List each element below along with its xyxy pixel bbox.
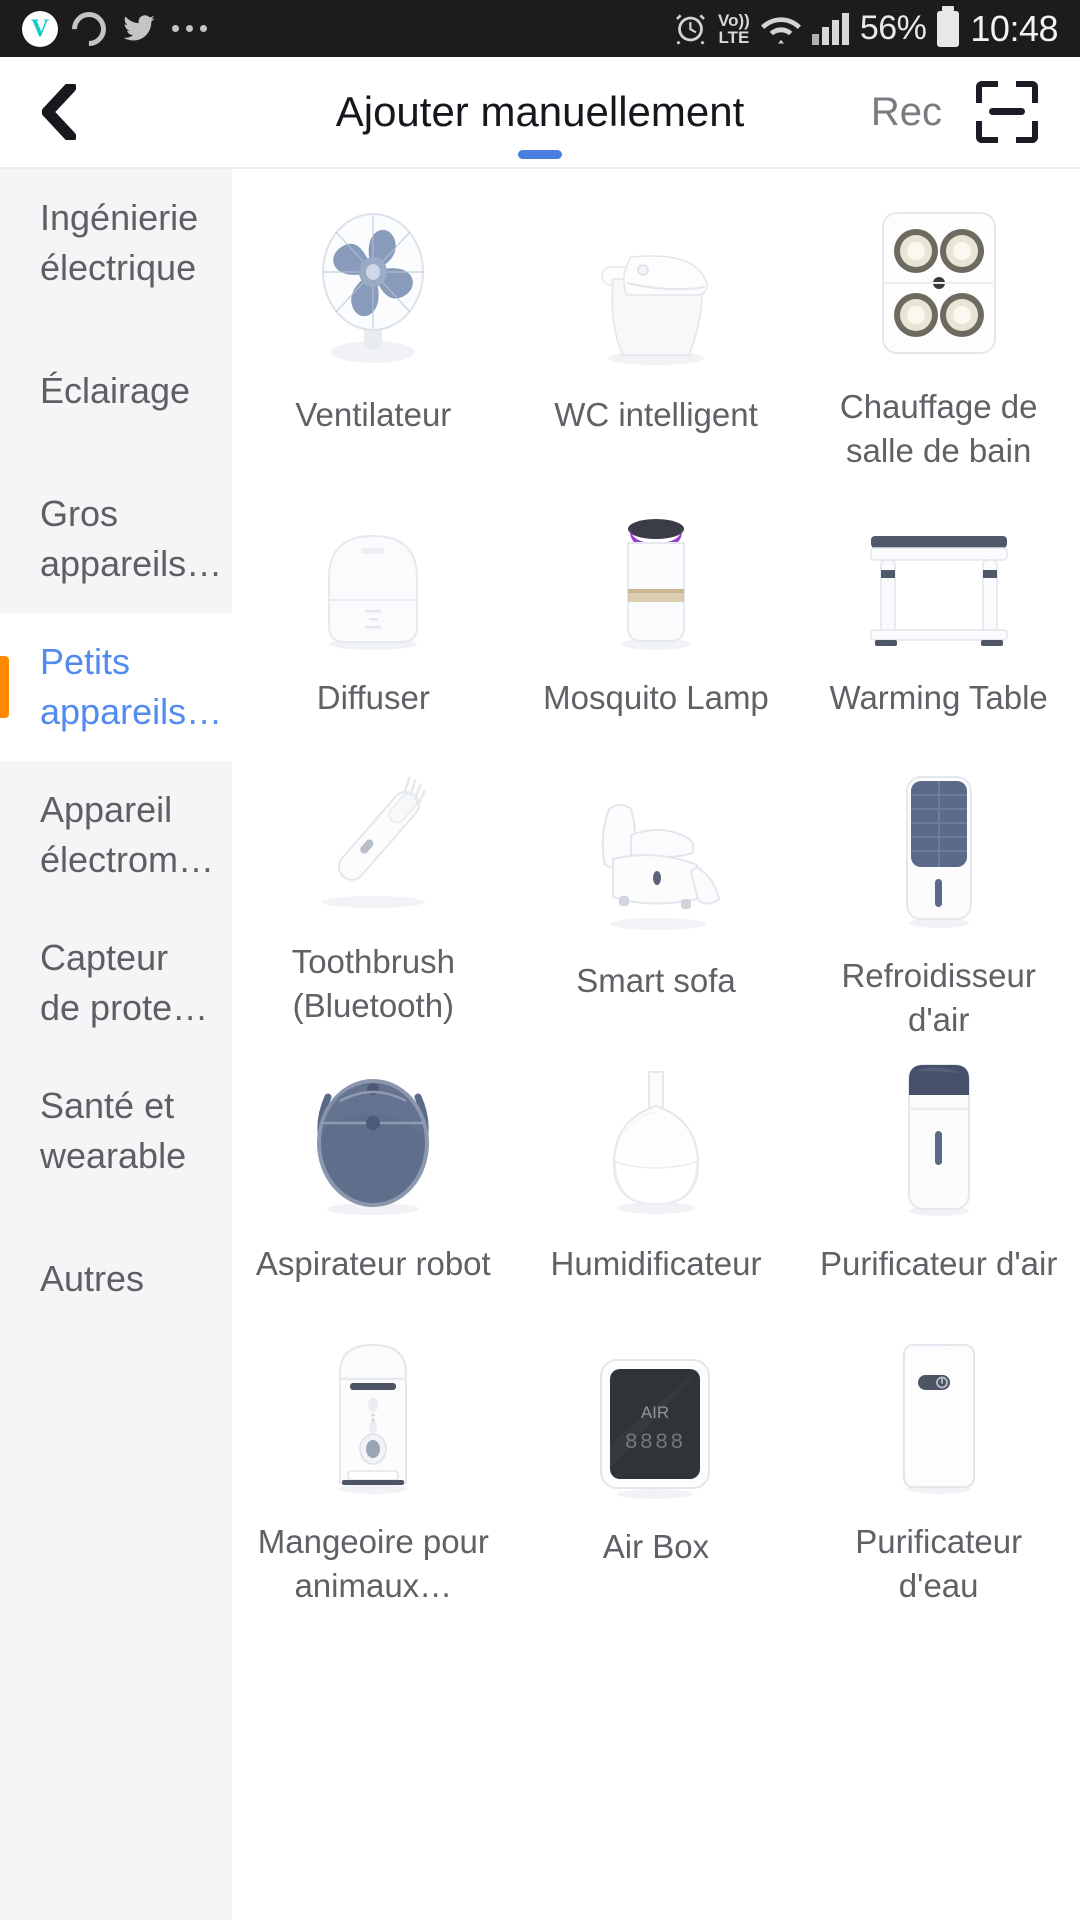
sidebar-item-electrical-engineering[interactable]: Ingénierie électrique [0,169,232,317]
device-label: Ventilateur [295,396,452,433]
phone-screen: V Vo)) LTE 56% 10:48 Ajouter manuellemen… [0,0,1080,1920]
device-tile-air-purifier[interactable]: Purificateur d'air [797,1028,1080,1311]
bath-heater-icon [807,207,1070,359]
diffuser-icon [242,490,505,650]
sidebar-item-protection-sensor[interactable]: Capteur de prote… [0,909,232,1057]
device-tile-robot-vacuum[interactable]: Aspirateur robot [232,1028,515,1311]
device-label: Diffuser [316,679,430,716]
mosquito-lamp-icon [525,490,788,650]
sofa-icon [525,773,788,933]
title-underline-indicator [518,150,562,159]
app-bar: Ajouter manuellement Rec [0,57,1080,167]
sidebar-item-label: Ingénierie électrique [40,197,199,288]
alarm-icon [676,13,705,45]
device-tile-smart-sofa[interactable]: Smart sofa [515,745,798,1028]
sidebar-item-label: Petits appareils… [40,641,223,732]
twitter-icon [123,14,155,40]
sidebar-item-large-appliances[interactable]: Gros appareils… [0,465,232,613]
sidebar-item-lighting[interactable]: Éclairage [0,317,232,465]
air-box-icon: AIR 8888 [525,1339,788,1499]
device-label: Toothbrush (Bluetooth) [291,943,455,1024]
device-grid: Ventilateur WC intelligent Chauffage de … [232,179,1080,1604]
device-label: Aspirateur robot [255,1245,491,1282]
rec-button[interactable]: Rec [871,90,942,135]
sidebar-item-label: Éclairage [40,370,191,411]
sidebar-item-label: Gros appareils… [40,493,223,584]
sidebar-item-label: Santé et wearable [40,1085,187,1176]
sidebar-item-label: Capteur de prote… [40,937,209,1028]
ring-icon [64,4,114,53]
battery-icon [937,6,960,47]
device-label: Air Box [602,1528,710,1565]
device-label: Humidificateur [550,1245,762,1282]
air-box-screen-value: 8888 [625,1430,686,1455]
vivino-logo-icon: V [22,10,58,47]
fan-icon [242,207,505,367]
status-bar-notifications: V [22,4,207,53]
battery-percent: 56% [859,9,927,47]
sidebar-item-small-appliances[interactable]: Petits appareils… [0,613,232,761]
selected-accent-bar [0,656,9,718]
device-tile-mosquito-lamp[interactable]: Mosquito Lamp [515,462,798,745]
volte-line-2: LTE [718,27,750,47]
device-tile-air-box[interactable]: AIR 8888 Air Box [515,1311,798,1594]
device-label: Smart sofa [576,962,736,999]
status-bar: V Vo)) LTE 56% 10:48 [0,0,1080,57]
device-tile-warming-table[interactable]: Warming Table [797,462,1080,745]
humidifier-icon [525,1056,788,1216]
toilet-icon [525,207,788,367]
device-label: Mosquito Lamp [543,679,769,716]
sidebar-item-home-appliance[interactable]: Appareil électrom… [0,761,232,909]
device-tile-toothbrush[interactable]: Toothbrush (Bluetooth) [232,745,515,1028]
device-label: Mangeoire pour animaux… [257,1523,489,1604]
volte-icon: Vo)) LTE [718,12,750,46]
overflow-dots-icon [172,25,207,32]
air-purifier-icon [807,1056,1070,1216]
warming-table-icon [807,490,1070,650]
back-button[interactable] [42,77,102,147]
sidebar-item-others[interactable]: Autres [0,1205,232,1353]
content-area: Ingénierie électrique Éclairage Gros app… [0,169,1080,1920]
air-cooler-icon [807,773,1070,928]
device-label: Chauffage de salle de bain [839,388,1038,469]
volte-line-1: Vo)) [718,10,750,30]
back-chevron-icon [42,84,76,140]
device-tile-diffuser[interactable]: Diffuser [232,462,515,745]
device-tile-fan[interactable]: Ventilateur [232,179,515,462]
cellular-signal-icon [811,12,849,45]
water-purifier-icon [807,1339,1070,1494]
device-tile-bathroom-heater[interactable]: Chauffage de salle de bain [797,179,1080,469]
sidebar-item-health-wearable[interactable]: Santé et wearable [0,1057,232,1205]
device-tile-smart-toilet[interactable]: WC intelligent [515,179,798,462]
pet-feeder-icon [242,1339,505,1494]
sidebar-item-label: Autres [40,1258,145,1299]
air-box-screen-label: AIR [641,1403,669,1422]
device-tile-water-purifier[interactable]: Purificateur d'eau [797,1311,1080,1604]
device-tile-air-cooler[interactable]: Refroidisseur d'air [797,745,1080,1038]
vivino-letter: V [30,15,50,42]
status-bar-system: Vo)) LTE 56% 10:48 [674,6,1058,50]
device-label: WC intelligent [554,396,758,433]
clock-time: 10:48 [970,7,1058,49]
scan-qr-icon[interactable] [976,81,1038,143]
device-tile-pet-feeder[interactable]: Mangeoire pour animaux… [232,1311,515,1604]
wifi-icon [760,16,801,43]
sidebar-item-label: Appareil électrom… [40,789,215,880]
device-tile-humidifier[interactable]: Humidificateur [515,1028,798,1311]
robot-vacuum-icon [242,1056,505,1216]
toothbrush-icon [242,773,505,914]
device-label: Purificateur d'eau [855,1523,1023,1604]
device-grid-area: Ventilateur WC intelligent Chauffage de … [232,169,1080,1920]
device-label: Warming Table [829,679,1048,716]
category-sidebar: Ingénierie électrique Éclairage Gros app… [0,169,232,1920]
device-label: Purificateur d'air [819,1245,1058,1282]
